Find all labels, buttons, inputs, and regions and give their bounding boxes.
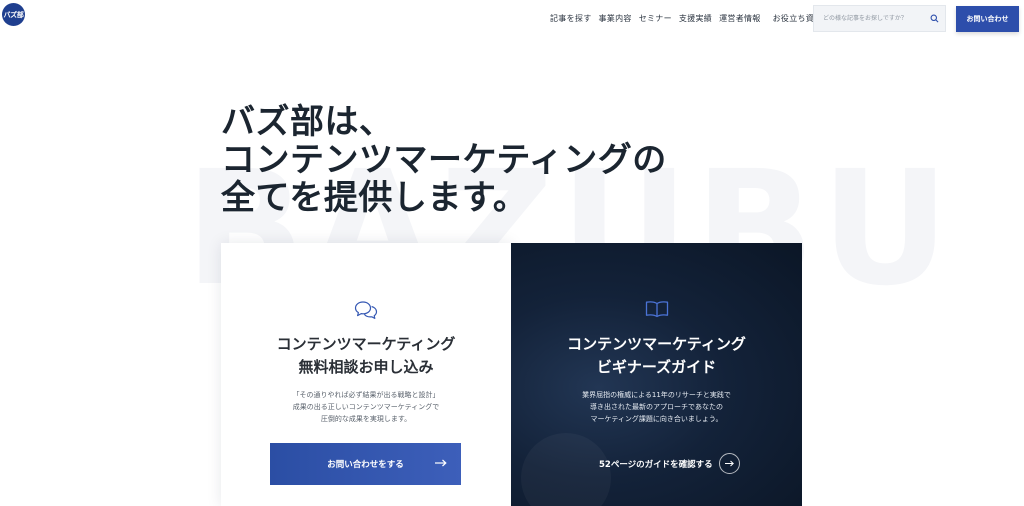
search-icon[interactable] <box>930 14 939 23</box>
card-desc-line: 業界屈指の権威による11年のリサーチと実践で <box>582 391 731 399</box>
search-box <box>813 5 946 32</box>
beginners-guide-card: コンテンツマーケティング ビギナーズガイド 業界屈指の権威による11年のリサーチ… <box>511 243 802 506</box>
nav-item-services[interactable]: 事業内容 <box>599 13 632 24</box>
card-title-line: 無料相談お申し込み <box>298 358 434 376</box>
nav-item-articles[interactable]: 記事を探す <box>550 13 592 24</box>
nav-item-results[interactable]: 支援実績 <box>679 13 712 24</box>
search-input[interactable] <box>814 14 935 23</box>
card-desc-line: 成果の出る正しいコンテンツマーケティングで <box>292 403 440 411</box>
logo[interactable]: バズ部 <box>2 3 25 26</box>
guide-card-description: 業界屈指の権威による11年のリサーチと実践で 導き出された最新のアプローチであな… <box>511 389 802 425</box>
card-title-line: コンテンツマーケティング <box>276 335 456 353</box>
card-desc-line: 圧倒的な成果を実現します。 <box>320 415 412 423</box>
guide-card-title: コンテンツマーケティング ビギナーズガイド <box>511 333 802 379</box>
hero-title-line: バズ部は、 <box>221 102 394 142</box>
hero-title-line: コンテンツマーケティングの <box>221 140 667 180</box>
hero-title: バズ部は、 コンテンツマーケティングの 全てを提供します。 <box>221 103 667 217</box>
consultation-card-description: 「その通りやれば必ず結果が出る戦略と設計」 成果の出る正しいコンテンツマーケティ… <box>221 389 511 425</box>
consultation-card: コンテンツマーケティング 無料相談お申し込み 「その通りやれば必ず結果が出る戦略… <box>221 243 511 506</box>
guide-link[interactable]: 52ページのガイドを確認する <box>599 453 740 474</box>
card-desc-line: 「その通りやれば必ず結果が出る戦略と設計」 <box>292 391 440 399</box>
card-title-line: ビギナーズガイド <box>596 358 717 376</box>
circle-arrow-icon <box>718 453 740 474</box>
card-title-line: コンテンツマーケティング <box>567 335 746 353</box>
guide-link-label: 52ページのガイドを確認する <box>599 459 713 470</box>
hero-title-line: 全てを提供します。 <box>221 178 528 218</box>
open-book-icon <box>645 301 668 318</box>
chat-bubbles-icon <box>354 301 378 319</box>
decorative-circle <box>521 433 611 506</box>
nav-item-about[interactable]: 運営者情報 <box>719 13 761 24</box>
inquiry-button[interactable]: お問い合わせをする <box>270 443 461 485</box>
inquiry-button-label: お問い合わせをする <box>327 460 404 470</box>
card-desc-line: 導き出された最新のアプローチであなたの <box>590 403 723 411</box>
main-nav: 記事を探す 事業内容 セミナー 支援実績 運営者情報 お役立ち資料 <box>550 13 822 24</box>
contact-button[interactable]: お問い合わせ <box>956 6 1019 32</box>
card-desc-line: マーケティング課題に向き合いましょう。 <box>590 415 723 423</box>
consultation-card-title: コンテンツマーケティング 無料相談お申し込み <box>221 333 511 379</box>
nav-item-seminar[interactable]: セミナー <box>639 13 672 24</box>
arrow-right-icon <box>435 459 447 467</box>
